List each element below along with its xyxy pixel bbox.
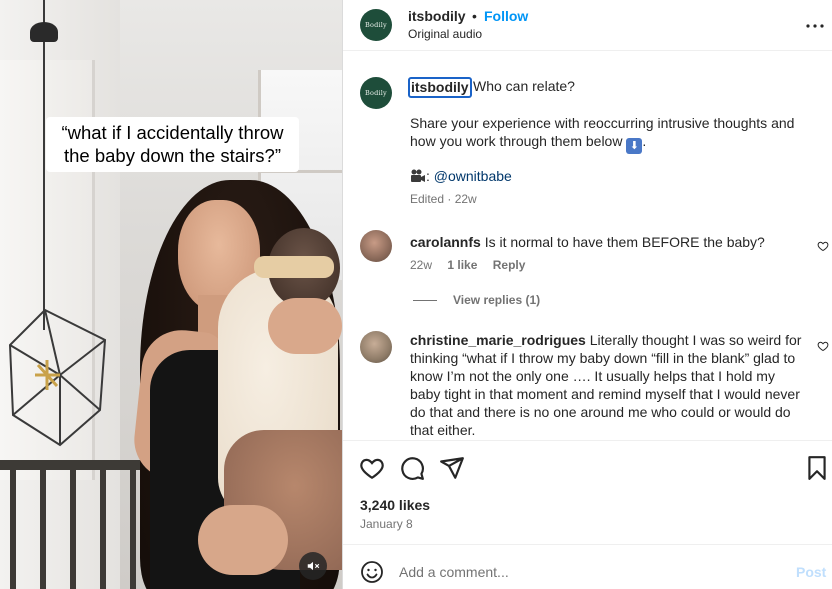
caption-meta: Edited · 22w <box>410 192 477 206</box>
speaker-muted-icon <box>307 561 320 571</box>
heart-icon[interactable] <box>359 455 385 481</box>
credit-prefix: : <box>426 168 430 184</box>
reel-video[interactable]: “what if I accidentally throw the baby d… <box>0 0 342 589</box>
avatar[interactable]: Bodily <box>360 9 392 41</box>
comment-likes-link[interactable]: 1 like <box>447 258 477 272</box>
view-replies-button[interactable]: View replies (1) <box>413 293 540 307</box>
comment-text: carolannfs Is it normal to have them BEF… <box>410 233 800 251</box>
mute-button[interactable] <box>299 552 327 580</box>
post-actions: 3,240 likes January 8 <box>343 440 832 544</box>
caption-credit: : @ownitbabe <box>410 168 512 184</box>
video-baby-leg <box>198 505 288 575</box>
follow-button[interactable]: Follow <box>484 8 528 24</box>
credit-handle-link[interactable]: @ownitbabe <box>434 168 512 184</box>
bookmark-icon[interactable] <box>804 455 830 481</box>
caption-body-end: . <box>642 133 647 149</box>
video-caption-line: the baby down the stairs?” <box>64 145 281 166</box>
post-details-panel: Bodily itsbodily • Follow Original audio… <box>342 0 832 589</box>
movie-camera-icon <box>411 169 425 182</box>
video-baluster <box>130 468 136 589</box>
video-baluster <box>100 468 106 589</box>
comment-like-heart-icon[interactable] <box>817 240 829 252</box>
caption-body-text: Share your experience with reoccurring i… <box>410 115 795 149</box>
post-header: Bodily itsbodily • Follow Original audio <box>343 0 832 51</box>
share-icon[interactable] <box>439 455 465 481</box>
comment-meta: 22w 1 like Reply <box>410 258 537 272</box>
comment-text: christine_marie_rodrigues Literally thou… <box>410 331 802 439</box>
post-date: January 8 <box>360 517 413 531</box>
video-pendant-cap <box>30 22 58 42</box>
video-pendant-light <box>8 308 107 447</box>
video-pendant-wire <box>43 0 45 330</box>
caption-username[interactable]: itsbodily <box>408 77 472 98</box>
more-options-icon[interactable] <box>803 14 827 38</box>
video-overlay-caption: “what if I accidentally throw the baby d… <box>46 117 299 172</box>
view-replies-label: View replies (1) <box>453 293 541 307</box>
video-woman-hand <box>268 298 342 354</box>
comment-username[interactable]: carolannfs <box>410 234 481 250</box>
caption-title: Who can relate? <box>473 78 575 94</box>
video-baluster <box>40 468 46 589</box>
comment-input[interactable] <box>399 557 779 587</box>
post-button[interactable]: Post <box>796 564 826 580</box>
comment-username[interactable]: christine_marie_rodrigues <box>410 332 586 348</box>
separator-dot: • <box>472 8 477 24</box>
caption-avatar[interactable]: Bodily <box>360 77 392 109</box>
header-username[interactable]: itsbodily <box>408 8 466 24</box>
video-caption-line: “what if I accidentally throw <box>61 122 284 143</box>
comment-body: Is it normal to have them BEFORE the bab… <box>484 234 765 250</box>
comment-avatar[interactable] <box>360 331 392 363</box>
comment-icon[interactable] <box>399 455 425 481</box>
down-arrow-emoji-icon: ⬇ <box>626 138 643 154</box>
comment-like-heart-icon[interactable] <box>817 340 829 352</box>
video-baluster <box>70 468 76 589</box>
reply-button[interactable]: Reply <box>493 258 526 272</box>
video-baluster <box>10 468 16 589</box>
audio-link[interactable]: Original audio <box>408 27 482 41</box>
emoji-icon[interactable] <box>360 560 384 584</box>
caption-body: Share your experience with reoccurring i… <box>410 114 820 154</box>
likes-count[interactable]: 3,240 likes <box>360 497 430 513</box>
view-replies-line <box>413 300 437 302</box>
comment-bar: Post <box>343 544 832 589</box>
comments-scroll-area[interactable]: Bodily itsbodily Who can relate? Share y… <box>343 52 832 440</box>
comment-avatar[interactable] <box>360 230 392 262</box>
comment-age: 22w <box>410 258 433 272</box>
video-baby-headband <box>254 256 334 278</box>
